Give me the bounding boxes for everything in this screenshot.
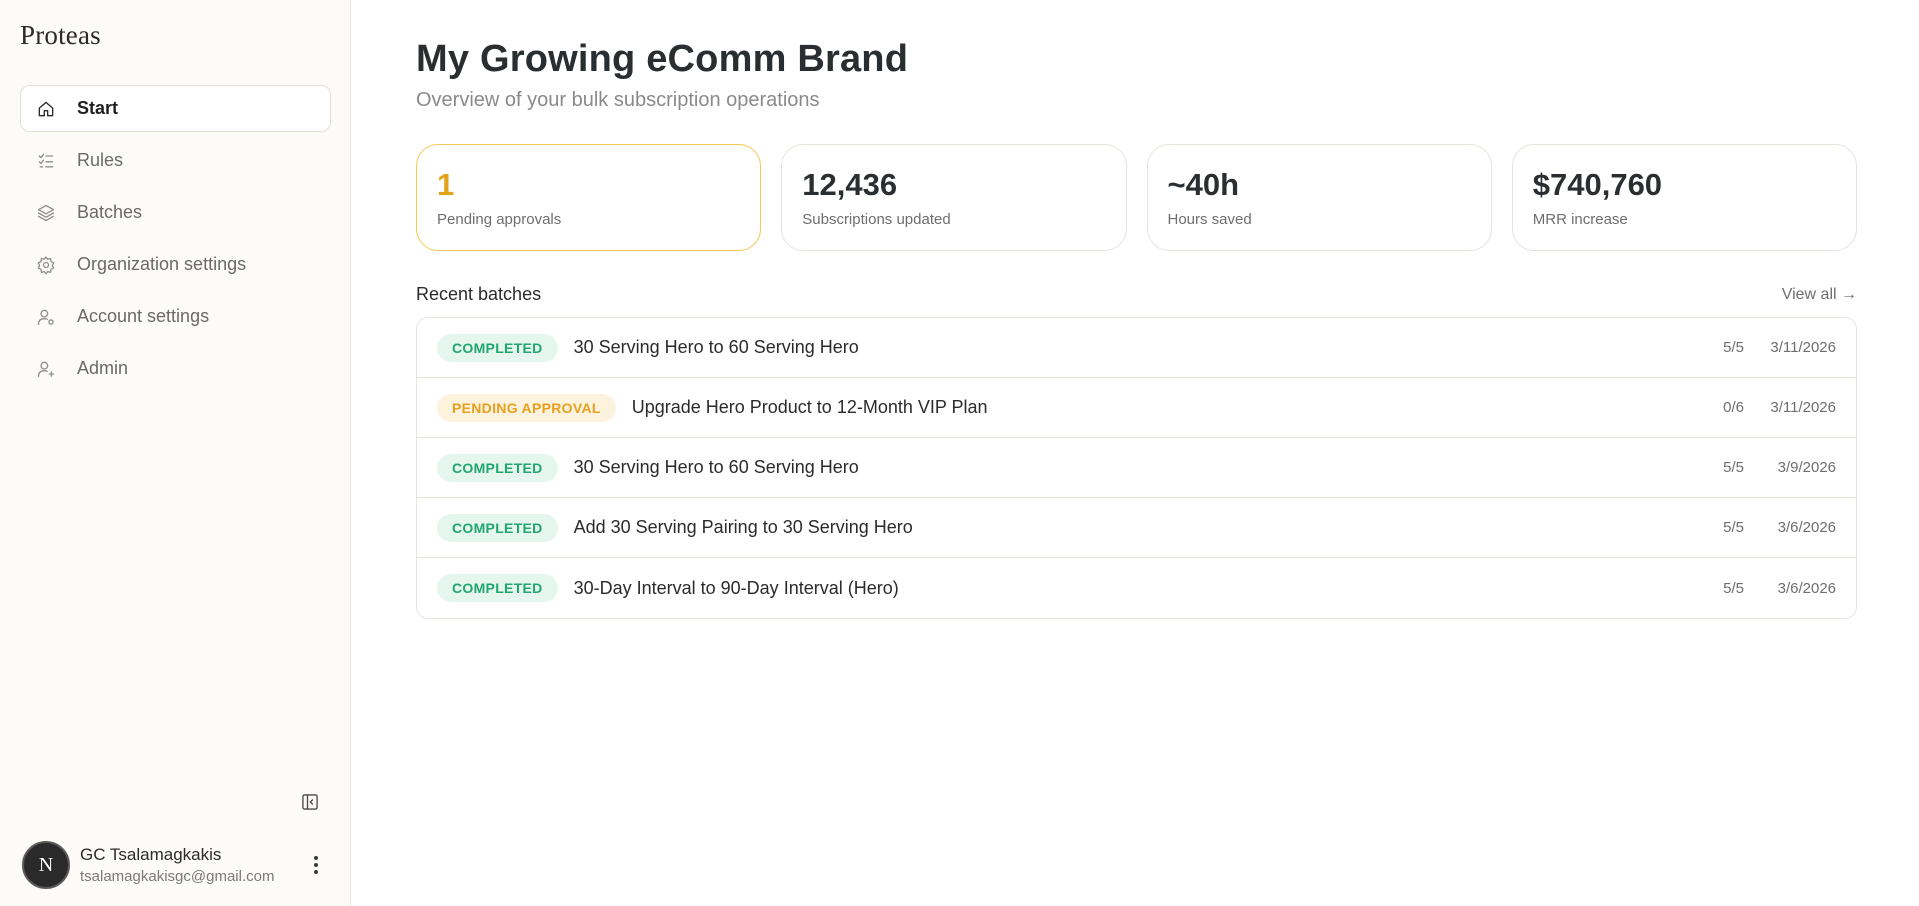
page-title: My Growing eComm Brand — [416, 38, 909, 80]
stat-label: Pending approvals — [437, 211, 562, 228]
sidebar-item-organization-settings[interactable]: Organization settings — [20, 241, 331, 288]
table-row[interactable]: COMPLETED 30-Day Interval to 90-Day Inte… — [417, 558, 1856, 618]
sidebar-item-account-settings[interactable]: Account settings — [20, 293, 331, 340]
stat-value: 12,436 — [802, 167, 898, 202]
status-badge: COMPLETED — [437, 333, 558, 362]
batch-count: 5/5 — [1723, 459, 1744, 476]
recent-batches-list: COMPLETED 30 Serving Hero to 60 Serving … — [416, 317, 1857, 619]
batch-name: 30 Serving Hero to 60 Serving Hero — [573, 337, 859, 357]
user-admin-icon — [35, 358, 57, 380]
stat-label: Subscriptions updated — [802, 211, 951, 228]
table-row[interactable]: PENDING APPROVAL Upgrade Hero Product to… — [417, 378, 1856, 438]
checklist-icon — [35, 150, 57, 172]
status-badge: COMPLETED — [437, 513, 558, 542]
status-badge: COMPLETED — [437, 453, 558, 482]
sidebar-item-admin[interactable]: Admin — [20, 345, 331, 392]
collapse-sidebar-button[interactable] — [298, 790, 322, 814]
sidebar-item-label: Account settings — [77, 306, 210, 326]
main-content: My Growing eComm Brand Overview of your … — [351, 0, 1919, 906]
user-settings-icon — [35, 306, 57, 328]
batch-date: 3/6/2026 — [1777, 579, 1836, 597]
sidebar-item-label: Batches — [77, 202, 143, 222]
user-info: GC Tsalamagkakis tsalamagkakisgc@gmail.c… — [80, 845, 306, 885]
table-row[interactable]: COMPLETED 30 Serving Hero to 60 Serving … — [417, 318, 1856, 378]
stat-card-hours-saved: ~40h Hours saved — [1146, 144, 1492, 251]
table-row[interactable]: COMPLETED Add 30 Serving Pairing to 30 S… — [417, 498, 1856, 558]
stat-card-subscriptions-updated: 12,436 Subscriptions updated — [781, 144, 1127, 251]
status-badge: COMPLETED — [437, 574, 558, 602]
batch-count: 5/5 — [1723, 339, 1744, 356]
stat-label: Hours saved — [1167, 211, 1252, 228]
stat-value: $740,760 — [1532, 167, 1663, 202]
user-name: GC Tsalamagkakis — [80, 845, 222, 864]
app-shell: Proteas Start Rules Batches Organization… — [0, 0, 1919, 906]
stat-card-pending-approvals[interactable]: 1 Pending approvals — [416, 144, 762, 251]
sidebar-item-batches[interactable]: Batches — [20, 189, 331, 236]
table-row[interactable]: COMPLETED 30 Serving Hero to 60 Serving … — [417, 438, 1856, 498]
sidebar-item-label: Start — [77, 98, 119, 118]
batch-name: Upgrade Hero Product to 12-Month VIP Pla… — [631, 397, 988, 417]
batch-name: 30-Day Interval to 90-Day Interval (Hero… — [573, 577, 899, 598]
stat-value: ~40h — [1167, 167, 1240, 202]
stat-card-mrr-increase: $740,760 MRR increase — [1511, 144, 1857, 251]
sidebar-nav: Start Rules Batches Organization setting… — [20, 85, 331, 397]
batch-date: 3/11/2026 — [1770, 339, 1836, 356]
batch-date: 3/6/2026 — [1777, 519, 1836, 536]
sidebar-item-start[interactable]: Start — [20, 85, 331, 132]
user-profile[interactable]: N GC Tsalamagkakis tsalamagkakisgc@gmail… — [22, 840, 332, 890]
sidebar-item-rules[interactable]: Rules — [20, 137, 331, 184]
recent-batches-header: Recent batches View all → — [416, 284, 1857, 305]
batch-date: 3/9/2026 — [1777, 459, 1836, 476]
batch-count: 0/6 — [1723, 399, 1744, 416]
user-menu-icon[interactable] — [306, 850, 326, 880]
gear-icon — [35, 254, 57, 276]
batch-date: 3/11/2026 — [1770, 399, 1836, 416]
section-title: Recent batches — [416, 284, 542, 304]
batch-count: 5/5 — [1723, 519, 1744, 536]
sidebar: Proteas Start Rules Batches Organization… — [0, 0, 351, 906]
stats-row: 1 Pending approvals 12,436 Subscriptions… — [416, 144, 1857, 251]
status-badge: PENDING APPROVAL — [437, 393, 616, 422]
sidebar-item-label: Admin — [77, 358, 129, 378]
sidebar-item-label: Rules — [77, 150, 124, 170]
batch-count: 5/5 — [1723, 579, 1744, 597]
batch-name: 30 Serving Hero to 60 Serving Hero — [573, 457, 859, 477]
layers-icon — [35, 202, 57, 224]
avatar[interactable]: N — [22, 841, 70, 889]
home-icon — [35, 98, 57, 120]
view-all-link[interactable]: View all → — [1782, 286, 1857, 304]
brand-logo[interactable]: Proteas — [20, 20, 101, 51]
batch-name: Add 30 Serving Pairing to 30 Serving Her… — [573, 517, 913, 537]
sidebar-collapse-icon — [302, 794, 318, 810]
sidebar-item-label: Organization settings — [77, 254, 247, 274]
stat-label: MRR increase — [1532, 211, 1628, 228]
user-email: tsalamagkakisgc@gmail.com — [80, 868, 275, 885]
page-subtitle: Overview of your bulk subscription opera… — [416, 89, 820, 111]
stat-value: 1 — [437, 167, 455, 202]
